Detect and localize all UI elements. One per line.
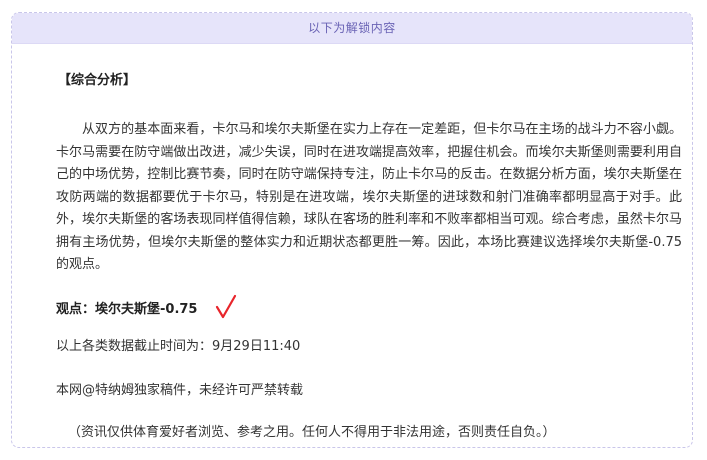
- unlocked-content-card: 以下为解锁内容 【综合分析】 从双方的基本面来看，卡尔马和埃尔夫斯堡在实力上存在…: [11, 12, 693, 448]
- data-cutoff-time: 以上各类数据截止时间为：9月29日11:40: [56, 339, 301, 354]
- copyright-notice: 本网@特纳姆独家稿件，未经许可严禁转载: [56, 383, 304, 398]
- article-content: 【综合分析】 从双方的基本面来看，卡尔马和埃尔夫斯堡在实力上存在一定差距，但卡尔…: [12, 43, 692, 447]
- section-title: 【综合分析】: [58, 73, 137, 88]
- checkmark-icon: [215, 294, 237, 320]
- disclaimer-text: （资讯仅供体育爱好者浏览、参考之用。任何人不得用于非法用途，否则责任自负。）: [68, 425, 556, 440]
- analysis-paragraph: 从双方的基本面来看，卡尔马和埃尔夫斯堡在实力上存在一定差距，但卡尔马在主场的战斗…: [56, 122, 682, 272]
- unlock-header-label: 以下为解锁内容: [12, 13, 692, 44]
- viewpoint-row: 观点：埃尔夫斯堡-0.75: [56, 291, 237, 323]
- viewpoint-text: 观点：埃尔夫斯堡-0.75: [56, 301, 198, 317]
